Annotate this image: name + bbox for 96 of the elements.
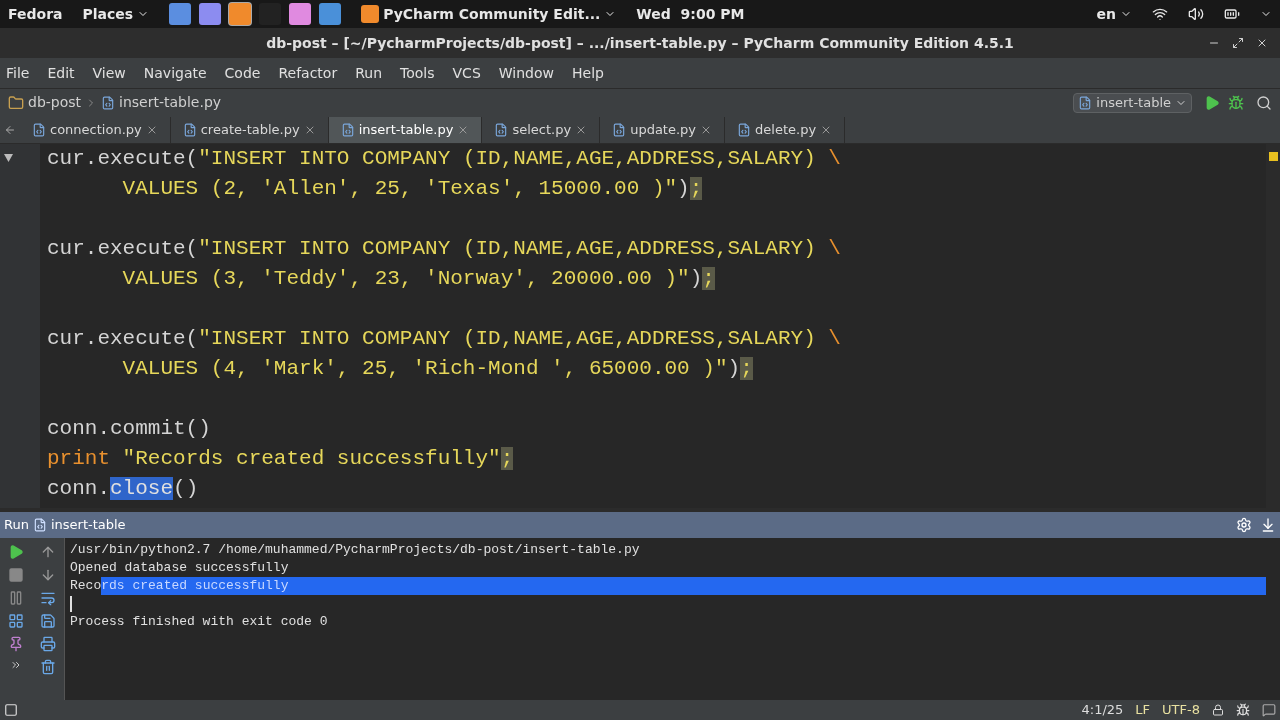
- run-config-tab[interactable]: insert-table: [50, 515, 126, 535]
- wifi-icon[interactable]: [1152, 6, 1168, 22]
- code-token: "INSERT INTO COMPANY (ID,NAME,AGE,ADDRESS,SALARY): [198, 147, 817, 170]
- tab-label: update.py: [630, 121, 697, 140]
- debug-icon[interactable]: [1228, 94, 1244, 111]
- down-icon[interactable]: [40, 567, 56, 583]
- layout-icon[interactable]: [8, 613, 24, 629]
- warning-marker-icon: [1268, 152, 1278, 161]
- close-icon[interactable]: [1256, 37, 1268, 49]
- menu-item[interactable]: VCS: [450, 62, 483, 84]
- stop-icon[interactable]: [8, 567, 24, 583]
- code-token: conn.: [47, 477, 110, 500]
- code-token: ;: [740, 357, 753, 380]
- code-token: close: [110, 477, 174, 500]
- menu-item[interactable]: Window: [496, 62, 556, 84]
- maximize-icon[interactable]: [1232, 37, 1244, 49]
- panel-toggle-icon[interactable]: [4, 703, 18, 717]
- language-menu[interactable]: en: [1096, 3, 1132, 25]
- places-menu[interactable]: Places: [82, 3, 150, 25]
- code-token: "Records created successfully": [121, 447, 501, 470]
- code-token: "INSERT INTO COMPANY (ID,NAME,AGE,ADDRESS,SALARY): [198, 327, 817, 350]
- activities-menu[interactable]: Fedora: [8, 3, 63, 25]
- export-icon[interactable]: [40, 613, 56, 629]
- app-menu[interactable]: PyCharm Community Edit...: [361, 3, 617, 25]
- caret-position[interactable]: 4:1/25: [1081, 700, 1124, 720]
- tab-label: delete.py: [755, 121, 817, 140]
- menu-item[interactable]: Edit: [45, 62, 77, 84]
- code-token: (): [173, 477, 199, 500]
- print-icon[interactable]: [40, 636, 56, 652]
- run-icon[interactable]: [1204, 94, 1220, 111]
- menu-item[interactable]: View: [90, 62, 128, 84]
- line-separator-selector[interactable]: LF: [1135, 700, 1151, 720]
- code-token: VALUES (4, 'Mark', 25, 'Rich-Mond ', 65000.00 )": [121, 357, 728, 380]
- menu-item[interactable]: Code: [222, 62, 263, 84]
- console-line: Process finished with exit code 0: [70, 613, 328, 631]
- code-token: ): [677, 177, 690, 200]
- code-token: "INSERT INTO COMPANY (ID,NAME,AGE,ADDRESS,SALARY): [198, 237, 817, 260]
- battery-icon[interactable]: [1224, 6, 1240, 22]
- code-token: ;: [500, 447, 514, 470]
- editor-tab[interactable]: insert-table.py: [328, 117, 483, 143]
- search-icon[interactable]: [1256, 94, 1272, 111]
- menu-item[interactable]: Navigate: [141, 62, 209, 84]
- code-token: VALUES (3, 'Teddy', 23, 'Norway', 20000.00 )": [121, 267, 690, 290]
- window-title: db-post – [~/PycharmProjects/db-post] – .../insert-table.py – PyCharm Community Edition 4.5.1: [266, 33, 1014, 53]
- text-cursor: [70, 596, 72, 612]
- clock[interactable]: Wed 9:00 PM: [636, 3, 745, 25]
- event-log-icon[interactable]: [1262, 703, 1276, 717]
- code-token: VALUES (2, 'Allen', 25, 'Texas', 15000.00 )": [121, 177, 678, 200]
- code-token: cur.execute(: [47, 237, 199, 260]
- console-line: Opened database successfully: [70, 559, 289, 577]
- folder-icon: [8, 94, 24, 111]
- panel-title: Run: [4, 516, 29, 535]
- up-icon[interactable]: [40, 544, 56, 560]
- encoding-selector[interactable]: UTF-8: [1162, 700, 1200, 720]
- launcher-icon[interactable]: [199, 3, 222, 25]
- pin-icon[interactable]: [8, 636, 24, 652]
- volume-icon[interactable]: [1188, 6, 1204, 22]
- launcher-icon[interactable]: [319, 3, 342, 25]
- code-token: ;: [702, 267, 715, 290]
- code-token: print: [47, 447, 110, 470]
- lock-icon[interactable]: [1212, 704, 1224, 716]
- code-token: ): [727, 357, 741, 380]
- code-token: \: [828, 237, 841, 260]
- menu-item[interactable]: Tools: [398, 62, 437, 84]
- menu-item[interactable]: File: [4, 62, 32, 84]
- console-line: /usr/bin/python2.7 /home/muhammed/PycharmProjects/db-post/insert-table.py: [70, 541, 640, 559]
- code-token: ): [689, 267, 703, 290]
- code-token: ;: [689, 177, 703, 200]
- menu-item[interactable]: Run: [353, 62, 385, 84]
- breadcrumb-item[interactable]: insert-table.py: [119, 92, 222, 113]
- tab-label: connection.py: [50, 121, 142, 140]
- hide-panel-icon[interactable]: [1260, 517, 1276, 533]
- settings-icon[interactable]: [1236, 517, 1252, 533]
- breadcrumb-item[interactable]: db-post: [28, 92, 82, 113]
- code-token: \: [828, 327, 841, 350]
- app-icon: [361, 5, 380, 23]
- menu-item[interactable]: Help: [570, 62, 606, 84]
- run-config-dropdown[interactable]: insert-table: [1073, 92, 1192, 113]
- console-line: Reco: [70, 577, 102, 595]
- code-token: \: [828, 147, 841, 170]
- tab-label: insert-table.py: [358, 121, 454, 140]
- menu-item[interactable]: Refactor: [276, 62, 340, 84]
- scroll-left-icon[interactable]: [4, 123, 16, 136]
- rerun-icon[interactable]: [8, 544, 24, 560]
- wrap-icon[interactable]: [40, 590, 56, 606]
- pause-icon[interactable]: [8, 590, 24, 606]
- code-token: cur.execute(: [47, 147, 199, 170]
- more-icon[interactable]: [10, 659, 22, 671]
- tab-label: select.py: [512, 121, 572, 140]
- code-token: conn.commit(): [47, 417, 211, 440]
- trash-icon[interactable]: [40, 659, 56, 675]
- launcher-icon[interactable]: [169, 3, 192, 25]
- launcher-icon[interactable]: [289, 3, 312, 25]
- fold-icon[interactable]: [4, 154, 13, 162]
- tab-label: create-table.py: [200, 121, 300, 140]
- code-token: cur.execute(: [47, 327, 199, 350]
